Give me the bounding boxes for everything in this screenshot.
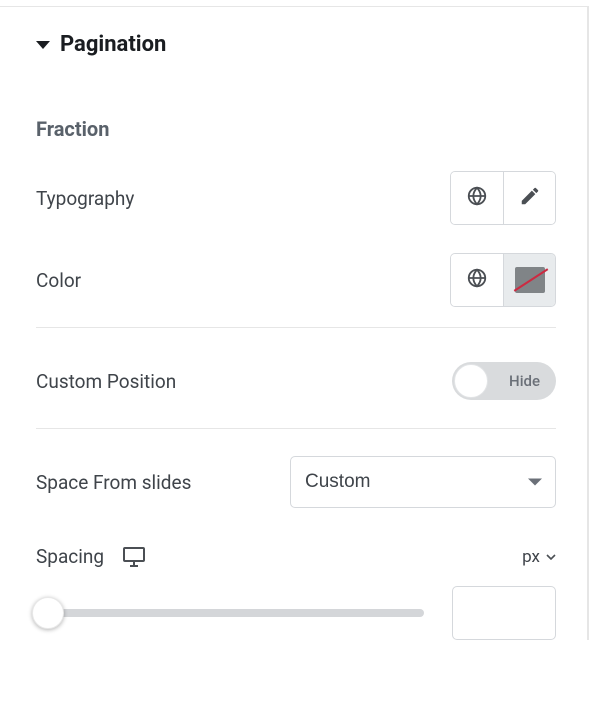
caret-down-icon: [36, 41, 50, 49]
pencil-icon: [519, 185, 541, 211]
slider-track: [36, 609, 424, 617]
spacing-header-row: Spacing px: [36, 545, 556, 568]
typography-edit-button[interactable]: [503, 172, 555, 224]
spacing-slider-row: [36, 586, 556, 640]
color-controls: [450, 253, 556, 307]
spacing-label: Spacing: [36, 545, 104, 568]
fraction-heading: Fraction: [36, 117, 556, 141]
custom-position-label: Custom Position: [36, 370, 176, 393]
chevron-down-icon: [546, 554, 556, 560]
typography-label: Typography: [36, 187, 134, 210]
color-row: Color: [36, 253, 556, 307]
typography-global-button[interactable]: [451, 172, 503, 224]
custom-position-toggle[interactable]: Hide: [452, 362, 556, 400]
divider: [36, 327, 556, 328]
typography-row: Typography: [36, 171, 556, 225]
space-from-slides-row: Space From slides: [36, 455, 556, 509]
spacing-unit-label: px: [522, 547, 540, 567]
space-from-slides-select-wrap: [290, 456, 556, 508]
toggle-state-label: Hide: [509, 372, 540, 390]
desktop-icon[interactable]: [122, 546, 146, 568]
panel-top-divider: [0, 6, 589, 7]
spacing-slider[interactable]: [36, 593, 424, 633]
custom-position-row: Custom Position Hide: [36, 354, 556, 408]
globe-icon: [466, 185, 488, 211]
typography-controls: [450, 171, 556, 225]
space-from-slides-label: Space From slides: [36, 471, 191, 494]
divider: [36, 428, 556, 429]
space-from-slides-select[interactable]: [290, 456, 556, 508]
spacing-unit-select[interactable]: px: [522, 547, 556, 567]
color-swatch-button[interactable]: [503, 254, 555, 306]
section-title: Pagination: [60, 32, 166, 57]
spacing-value-input[interactable]: [452, 586, 556, 640]
color-global-button[interactable]: [451, 254, 503, 306]
slider-thumb[interactable]: [32, 597, 64, 629]
toggle-knob: [454, 364, 488, 398]
globe-icon: [466, 267, 488, 293]
panel-right-divider: [587, 6, 589, 640]
color-label: Color: [36, 269, 81, 292]
color-swatch-icon: [515, 267, 545, 293]
section-header-pagination[interactable]: Pagination: [36, 0, 556, 57]
